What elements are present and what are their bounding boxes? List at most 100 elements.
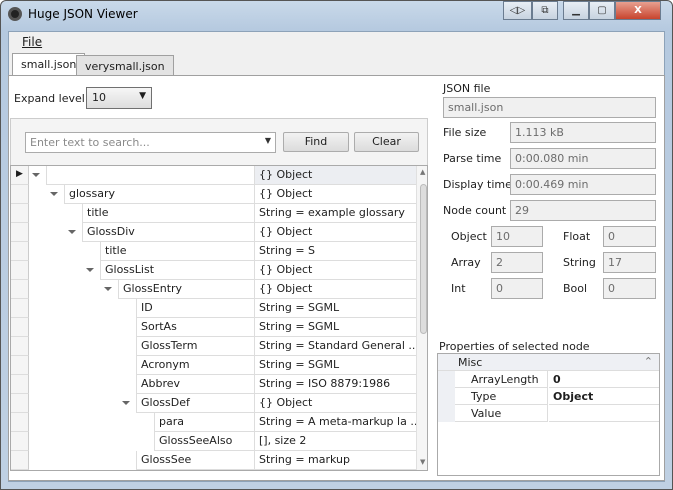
row-header[interactable] bbox=[11, 223, 29, 242]
node-name[interactable] bbox=[46, 166, 254, 185]
row-header[interactable] bbox=[11, 204, 29, 223]
node-name[interactable]: GlossTerm bbox=[136, 337, 254, 356]
node-name[interactable]: title bbox=[82, 204, 254, 223]
split-icon[interactable]: ◁▷ bbox=[503, 1, 532, 20]
tab-small-json[interactable]: small.json bbox=[12, 53, 86, 76]
collapse-icon[interactable] bbox=[122, 401, 130, 405]
row-header[interactable] bbox=[11, 413, 29, 432]
row-header[interactable] bbox=[11, 470, 29, 471]
tree-row[interactable]: GlossDiv{} Object bbox=[11, 223, 416, 242]
node-value[interactable]: {} Object bbox=[254, 280, 416, 299]
tree-row[interactable]: GlossDef{} Object bbox=[11, 394, 416, 413]
node-value[interactable]: {} Object bbox=[254, 166, 416, 185]
chevron-down-icon[interactable]: ▼ bbox=[265, 136, 271, 145]
property-value[interactable]: 0 bbox=[549, 371, 659, 388]
row-header[interactable] bbox=[11, 185, 29, 204]
search-input[interactable]: Enter text to search... ▼ bbox=[25, 132, 276, 153]
node-name[interactable]: GlossSee bbox=[136, 451, 254, 470]
row-header[interactable] bbox=[11, 432, 29, 451]
node-name[interactable]: GlossDef bbox=[136, 394, 254, 413]
close-button[interactable]: X bbox=[615, 1, 661, 20]
row-header[interactable] bbox=[11, 299, 29, 318]
property-row[interactable]: ArrayLength 0 bbox=[438, 371, 659, 388]
window-title: Huge JSON Viewer bbox=[28, 7, 138, 21]
find-button[interactable]: Find bbox=[283, 132, 349, 152]
tree-row[interactable]: SortAs String = SGML bbox=[11, 318, 416, 337]
node-value[interactable]: {} Object bbox=[254, 470, 416, 471]
tree-row[interactable]: glossary{} Object bbox=[11, 185, 416, 204]
scroll-up-icon[interactable]: ▲ bbox=[420, 168, 425, 176]
node-name[interactable]: GlossDiv2 bbox=[82, 470, 254, 471]
tree-row[interactable]: title String = S bbox=[11, 242, 416, 261]
tree-row[interactable]: GlossDiv2{} Object bbox=[11, 470, 416, 471]
clear-button[interactable]: Clear bbox=[354, 132, 419, 152]
property-row[interactable]: Type Object bbox=[438, 388, 659, 405]
scroll-down-icon[interactable]: ▼ bbox=[420, 458, 425, 466]
row-header[interactable] bbox=[11, 375, 29, 394]
restore-panel-icon[interactable]: ⧉ bbox=[532, 1, 558, 20]
node-value[interactable]: [], size 2 bbox=[254, 432, 416, 451]
row-header[interactable] bbox=[11, 261, 29, 280]
row-header[interactable] bbox=[11, 356, 29, 375]
node-value[interactable]: {} Object bbox=[254, 261, 416, 280]
row-header[interactable] bbox=[11, 318, 29, 337]
row-header[interactable] bbox=[11, 280, 29, 299]
node-name[interactable]: GlossEntry bbox=[118, 280, 254, 299]
tree-row[interactable]: para String = A meta-markup la ... bbox=[11, 413, 416, 432]
scrollbar-thumb[interactable] bbox=[420, 184, 427, 334]
row-header[interactable] bbox=[11, 242, 29, 261]
tree-row[interactable]: GlossTerm String = Standard General ... bbox=[11, 337, 416, 356]
tree-row[interactable]: Acronym String = SGML bbox=[11, 356, 416, 375]
chevron-up-icon[interactable]: ⌃ bbox=[644, 355, 653, 368]
node-value[interactable]: String = SGML bbox=[254, 356, 416, 375]
expand-level-select[interactable]: 10 ▼ bbox=[86, 87, 152, 109]
collapse-icon[interactable] bbox=[68, 230, 76, 234]
tree-row[interactable]: Abbrev String = ISO 8879:1986 bbox=[11, 375, 416, 394]
node-value[interactable]: {} Object bbox=[254, 394, 416, 413]
minimize-button[interactable]: ▁ bbox=[563, 1, 589, 20]
node-value[interactable]: String = Standard General ... bbox=[254, 337, 416, 356]
collapse-icon[interactable] bbox=[32, 173, 40, 177]
node-name[interactable]: title bbox=[100, 242, 254, 261]
node-name[interactable]: GlossDiv bbox=[82, 223, 254, 242]
node-value[interactable]: String = SGML bbox=[254, 299, 416, 318]
node-name[interactable]: Acronym bbox=[136, 356, 254, 375]
node-value[interactable]: {} Object bbox=[254, 223, 416, 242]
tree-row[interactable]: GlossList{} Object bbox=[11, 261, 416, 280]
property-row[interactable]: Value bbox=[438, 405, 659, 422]
maximize-button[interactable]: ▢ bbox=[589, 1, 615, 20]
node-name[interactable]: ID bbox=[136, 299, 254, 318]
property-value[interactable] bbox=[549, 405, 659, 422]
node-value[interactable]: {} Object bbox=[254, 185, 416, 204]
collapse-icon[interactable] bbox=[86, 268, 94, 272]
node-value[interactable]: String = ISO 8879:1986 bbox=[254, 375, 416, 394]
property-value[interactable]: Object bbox=[549, 388, 659, 405]
tree-row[interactable]: GlossEntry{} Object bbox=[11, 280, 416, 299]
node-name[interactable]: GlossList bbox=[100, 261, 254, 280]
node-name[interactable]: GlossSeeAlso bbox=[154, 432, 254, 451]
row-header[interactable]: ▶ bbox=[11, 166, 29, 185]
tree-row[interactable]: ▶ {} Object bbox=[11, 166, 416, 185]
collapse-icon[interactable] bbox=[50, 192, 58, 196]
node-value[interactable]: String = A meta-markup la ... bbox=[254, 413, 416, 432]
tree-row[interactable]: title String = example glossary bbox=[11, 204, 416, 223]
tree-row[interactable]: GlossSee String = markup bbox=[11, 451, 416, 470]
node-name[interactable]: glossary bbox=[64, 185, 254, 204]
row-header[interactable] bbox=[11, 451, 29, 470]
node-value[interactable]: String = S bbox=[254, 242, 416, 261]
node-value[interactable]: String = example glossary bbox=[254, 204, 416, 223]
node-name[interactable]: Abbrev bbox=[136, 375, 254, 394]
collapse-icon[interactable] bbox=[104, 287, 112, 291]
menu-file[interactable]: File bbox=[22, 35, 42, 49]
tab-verysmall-json[interactable]: verysmall.json bbox=[76, 55, 174, 76]
row-header[interactable] bbox=[11, 394, 29, 413]
node-value[interactable]: String = SGML bbox=[254, 318, 416, 337]
vertical-scrollbar[interactable]: ▲ ▼ bbox=[416, 166, 427, 470]
node-name[interactable]: SortAs bbox=[136, 318, 254, 337]
node-value[interactable]: String = markup bbox=[254, 451, 416, 470]
tree-row[interactable]: GlossSeeAlso [], size 2 bbox=[11, 432, 416, 451]
node-name[interactable]: para bbox=[154, 413, 254, 432]
row-header[interactable] bbox=[11, 337, 29, 356]
tree-row[interactable]: ID String = SGML bbox=[11, 299, 416, 318]
category-misc[interactable]: Misc ⌃ bbox=[438, 354, 659, 371]
